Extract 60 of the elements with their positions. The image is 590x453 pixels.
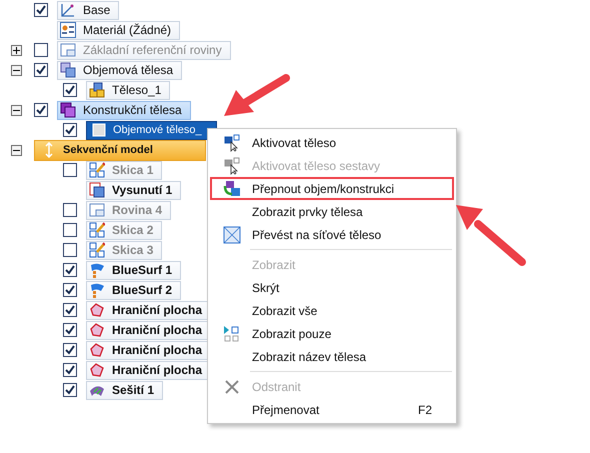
tree-item[interactable]: Těleso_1 <box>86 80 170 100</box>
show-only-icon <box>223 324 241 342</box>
tree-item[interactable]: Materiál (Žádné) <box>57 20 180 40</box>
checkbox[interactable] <box>63 83 77 97</box>
surface-icon <box>89 262 105 278</box>
boundary-icon <box>89 302 105 318</box>
activate-icon <box>223 156 241 174</box>
menu-item[interactable]: Zobrazit prvky tělesa <box>210 200 454 223</box>
tree-item[interactable]: BlueSurf 1 <box>86 260 182 280</box>
activate-icon <box>223 134 241 152</box>
menu-item[interactable]: Převést na síťové těleso <box>210 223 454 246</box>
surface-icon <box>89 282 105 298</box>
checkbox[interactable] <box>63 283 77 297</box>
tree-item[interactable]: Base <box>57 0 120 20</box>
checkbox[interactable] <box>63 303 77 317</box>
body-icon <box>91 122 107 138</box>
extrude-icon <box>89 182 105 198</box>
checkbox[interactable] <box>63 323 77 337</box>
menu-item[interactable]: Zobrazit pouze <box>210 322 454 345</box>
checkbox[interactable] <box>63 263 77 277</box>
tree-item[interactable]: Sekvenční model <box>34 140 206 160</box>
boundary-icon <box>89 362 105 378</box>
mesh-icon <box>223 226 241 244</box>
annotation-arrow <box>224 74 290 116</box>
menu-item[interactable]: Zobrazit název tělesa <box>210 345 454 368</box>
body-icon <box>89 82 105 98</box>
expand-toggle[interactable] <box>11 104 22 116</box>
axes-icon <box>60 2 76 18</box>
boundary-icon <box>89 342 105 358</box>
plane-icon <box>60 42 76 58</box>
delete-icon <box>223 378 241 396</box>
tree-item[interactable]: Konstrukční tělesa <box>57 100 191 120</box>
bodies-icon <box>60 62 76 78</box>
tree-item[interactable]: BlueSurf 2 <box>86 280 182 300</box>
material-icon <box>60 22 76 38</box>
menu-item[interactable]: Skrýt <box>210 276 454 299</box>
plane-icon <box>89 202 105 218</box>
tree-item[interactable]: Vysunutí 1 <box>86 180 182 200</box>
construction-bodies-icon <box>60 102 76 118</box>
menu-item[interactable]: Zobrazit vše <box>210 299 454 322</box>
tree-item[interactable]: Sešití 1 <box>86 380 164 400</box>
checkbox[interactable] <box>34 3 48 17</box>
menu-item[interactable]: Přepnout objem/konstrukci <box>210 177 454 200</box>
tree-item[interactable]: Objemové těleso_ <box>86 120 217 140</box>
toggle-body-icon <box>223 180 241 198</box>
tree-item[interactable]: Objemová tělesa <box>57 60 182 80</box>
sketch-icon <box>89 162 105 178</box>
checkbox[interactable] <box>63 123 77 137</box>
expand-toggle[interactable] <box>11 64 22 76</box>
checkbox[interactable] <box>63 383 77 397</box>
sketch-icon <box>89 222 105 238</box>
menu-item[interactable]: Přejmenovat F2 <box>210 398 454 421</box>
checkbox[interactable] <box>63 343 77 357</box>
annotation-arrow <box>456 205 526 266</box>
boundary-icon <box>89 322 105 338</box>
checkbox[interactable] <box>34 63 48 77</box>
sketch-icon <box>89 242 105 258</box>
expand-toggle[interactable] <box>11 144 22 156</box>
checkbox[interactable] <box>63 363 77 377</box>
checkbox[interactable] <box>34 103 48 117</box>
